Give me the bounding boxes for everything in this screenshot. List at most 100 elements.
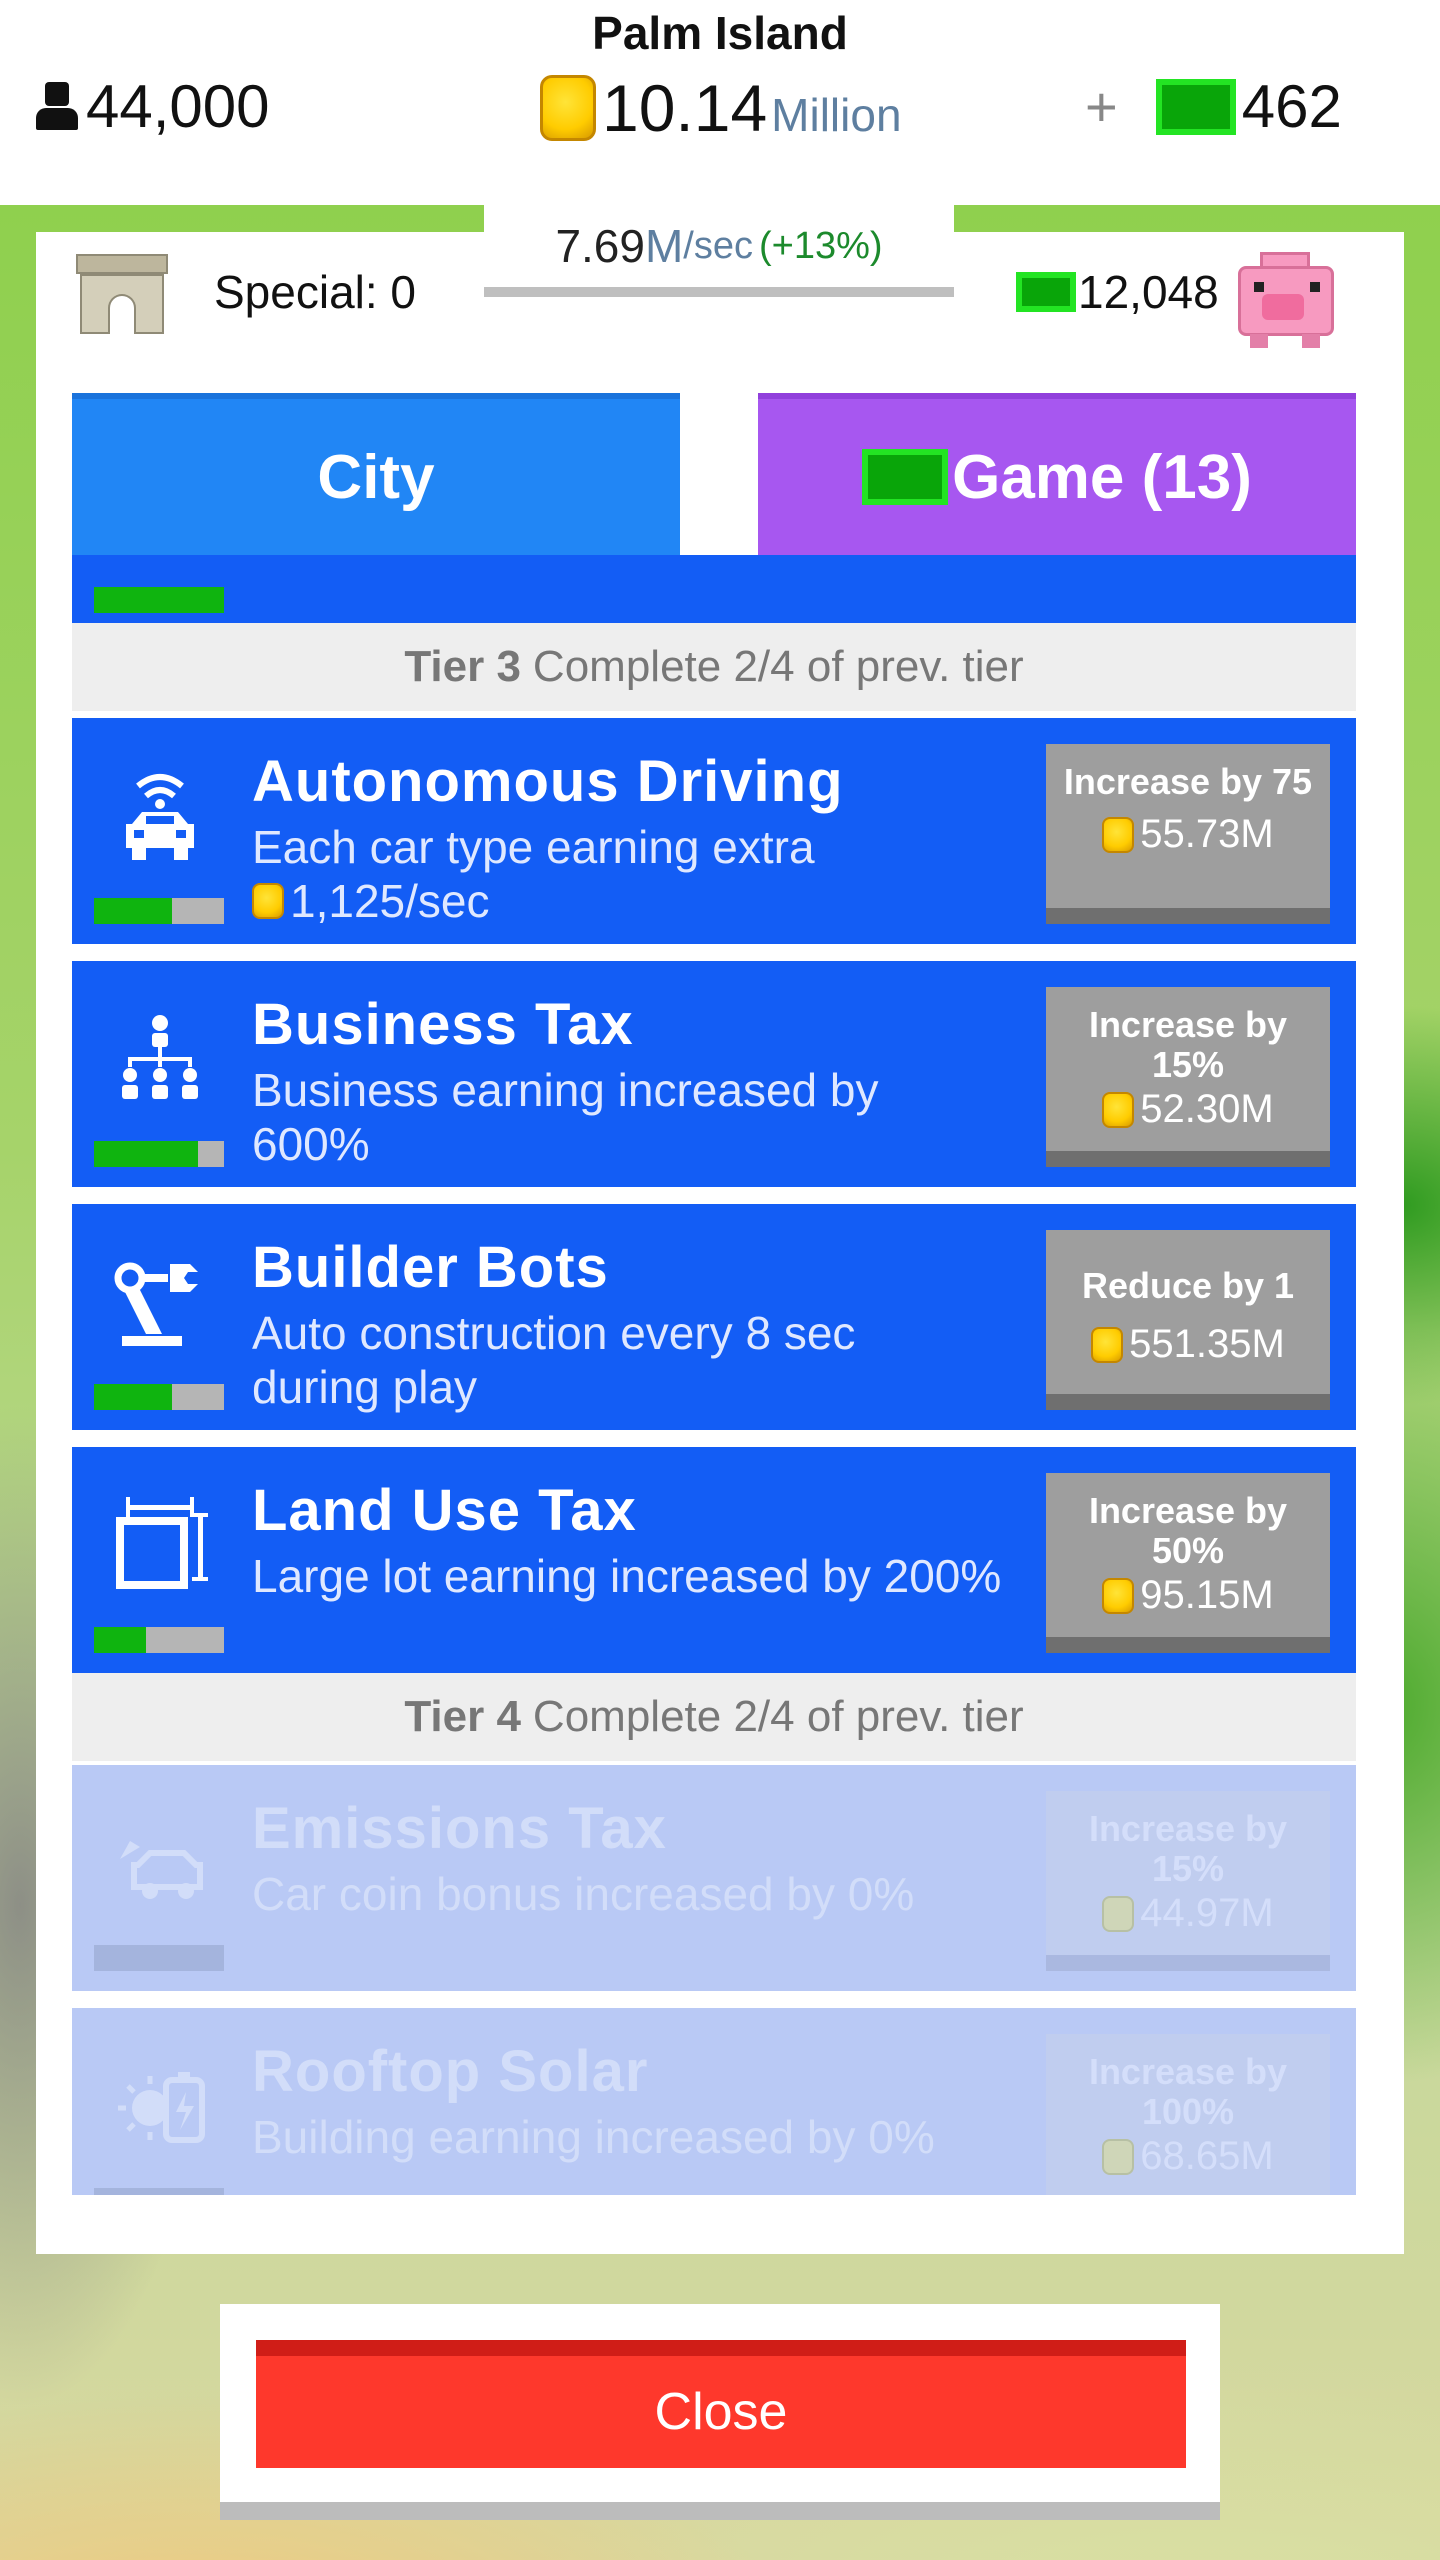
progress-bar (94, 587, 224, 613)
close-button-label: Close (654, 2383, 788, 2441)
upgrade-button-label: Reduce by 1 (1081, 1265, 1295, 1306)
upgrade-cost: 52.30M (1046, 1087, 1330, 1132)
upgrade-cost: 44.97M (1046, 1891, 1330, 1936)
upgrade-button-label: Increase by 100% (1088, 2051, 1288, 2132)
top-hud: Palm Island 44,000 10.14 Million + 462 (0, 0, 1440, 205)
tab-game-label: Game (13) (952, 442, 1252, 512)
upgrade-title: Builder Bots (252, 1235, 609, 1300)
exhaust-car-icon (100, 1805, 220, 1925)
upgrade-button-label: Increase by 15% (1088, 1004, 1288, 1085)
coin-icon (1102, 2138, 1135, 2175)
upgrade-row-locked: Rooftop Solar Building earning increased… (72, 2008, 1356, 2195)
island-name: Palm Island (592, 7, 848, 59)
coin-icon (1102, 1577, 1135, 1614)
coin-icon (252, 883, 284, 919)
coin-icon (540, 75, 596, 141)
upgrade-button-label: Increase by 15% (1088, 1808, 1288, 1889)
upgrade-description: Business earning increased by 600% (252, 1064, 879, 1170)
coin-value: 10.14 (602, 71, 768, 145)
upgrade-cost: 551.35M (1046, 1322, 1330, 1367)
income-rate: 7.69 M /sec (+13%) (484, 205, 954, 297)
solar-battery-icon (100, 2048, 220, 2168)
special-counter: Special: 0 (36, 232, 454, 352)
cash-icon (1016, 272, 1076, 312)
upgrade-cost: 55.73M (1046, 812, 1330, 857)
upgrade-title: Rooftop Solar (252, 2039, 649, 2104)
progress-bar (94, 2188, 224, 2195)
autonomous-car-icon (100, 758, 220, 878)
upgrade-description: Each car type earning extra 1,125/sec (252, 821, 815, 927)
org-chart-icon (100, 1001, 220, 1121)
upgrade-button-label: Increase by 75 (1063, 761, 1313, 802)
upgrade-button[interactable]: Increase by 15% 44.97M (1046, 1791, 1330, 1971)
tier-name: Tier 3 (404, 642, 521, 691)
upgrade-row: Land Use Tax Large lot earning increased… (72, 1447, 1356, 1673)
upgrade-title: Autonomous Driving (252, 749, 844, 814)
close-button-frame: Close (220, 2304, 1220, 2520)
population-value: 44,000 (86, 73, 270, 140)
close-button[interactable]: Close (256, 2340, 1186, 2468)
progress-fill (94, 1627, 146, 1653)
upgrade-button[interactable]: Increase by 75 55.73M (1046, 744, 1330, 924)
progress-bar (94, 1627, 224, 1653)
upgrade-description: Building earning increased by 0% (252, 2111, 935, 2163)
list-item (72, 555, 1356, 623)
upgrade-row-locked: Emissions Tax Car coin bonus increased b… (72, 1765, 1356, 1991)
upgrade-description: Large lot earning increased by 200% (252, 1550, 1002, 1602)
piggy-bank-balance: 12,048 (986, 232, 1404, 352)
upgrade-title: Land Use Tax (252, 1478, 637, 1543)
tier-header: Tier 4 Complete 2/4 of prev. tier (72, 1673, 1356, 1761)
special-label: Special: 0 (214, 266, 417, 318)
upgrade-button[interactable]: Increase by 50% 95.15M (1046, 1473, 1330, 1653)
coin-unit: Million (771, 89, 902, 141)
tier-requirement: Complete 2/4 of prev. tier (532, 642, 1024, 691)
upgrade-row: Autonomous Driving Each car type earning… (72, 718, 1356, 944)
cash-icon (1155, 78, 1236, 135)
tab-city[interactable]: City (72, 393, 680, 555)
upgrade-title: Emissions Tax (252, 1796, 667, 1861)
rate-unit: M (644, 220, 684, 272)
land-plot-icon (100, 1487, 220, 1607)
progress-fill (94, 1141, 198, 1167)
coin-icon (1102, 1091, 1135, 1128)
upgrade-description: Car coin bonus increased by 0% (252, 1868, 915, 1920)
arch-landmark-icon (76, 246, 168, 338)
upgrade-button[interactable]: Increase by 100% 68.65M (1046, 2034, 1330, 2195)
progress-bar (94, 1945, 224, 1971)
progress-fill (94, 1384, 172, 1410)
rate-bonus: (+13%) (759, 224, 883, 267)
piggy-bank-icon[interactable] (1230, 246, 1340, 350)
coin-icon (1091, 1326, 1124, 1363)
person-icon (36, 81, 78, 132)
tier-name: Tier 4 (404, 1692, 521, 1741)
rate-per: /sec (683, 224, 753, 267)
tab-game[interactable]: Game (13) (758, 393, 1356, 555)
tab-city-label: City (317, 442, 435, 512)
bank-value: 12,048 (1078, 266, 1219, 318)
upgrade-list[interactable]: Tier 3 Complete 2/4 of prev. tier Autono… (72, 555, 1356, 2195)
upgrade-cost: 68.65M (1046, 2134, 1330, 2179)
upgrade-description: Auto construction every 8 sec during pla… (252, 1307, 856, 1413)
upgrade-cost: 95.15M (1046, 1573, 1330, 1618)
upgrade-button[interactable]: Increase by 15% 52.30M (1046, 987, 1330, 1167)
coin-icon (1102, 816, 1135, 853)
cash-balance: + 462 (1085, 72, 1342, 141)
upgrade-button-label: Increase by 50% (1088, 1490, 1288, 1571)
upgrade-title: Business Tax (252, 992, 634, 1057)
add-cash-button[interactable]: + (1085, 74, 1118, 139)
cash-value: 462 (1241, 73, 1342, 140)
coin-icon (1102, 1895, 1135, 1932)
population-counter: 44,000 (36, 72, 270, 141)
robot-arm-icon (100, 1244, 220, 1364)
tier-requirement: Complete 2/4 of prev. tier (532, 1692, 1024, 1741)
upgrade-button[interactable]: Reduce by 1 551.35M (1046, 1230, 1330, 1410)
rate-value: 7.69 (555, 220, 645, 272)
cash-icon (862, 449, 949, 505)
tier-header: Tier 3 Complete 2/4 of prev. tier (72, 623, 1356, 711)
progress-bar (94, 1384, 224, 1410)
upgrade-row: Builder Bots Auto construction every 8 s… (72, 1204, 1356, 1430)
upgrade-row: Business Tax Business earning increased … (72, 961, 1356, 1187)
progress-bar (94, 898, 224, 924)
coin-balance: 10.14 Million (540, 70, 902, 146)
progress-fill (94, 898, 172, 924)
